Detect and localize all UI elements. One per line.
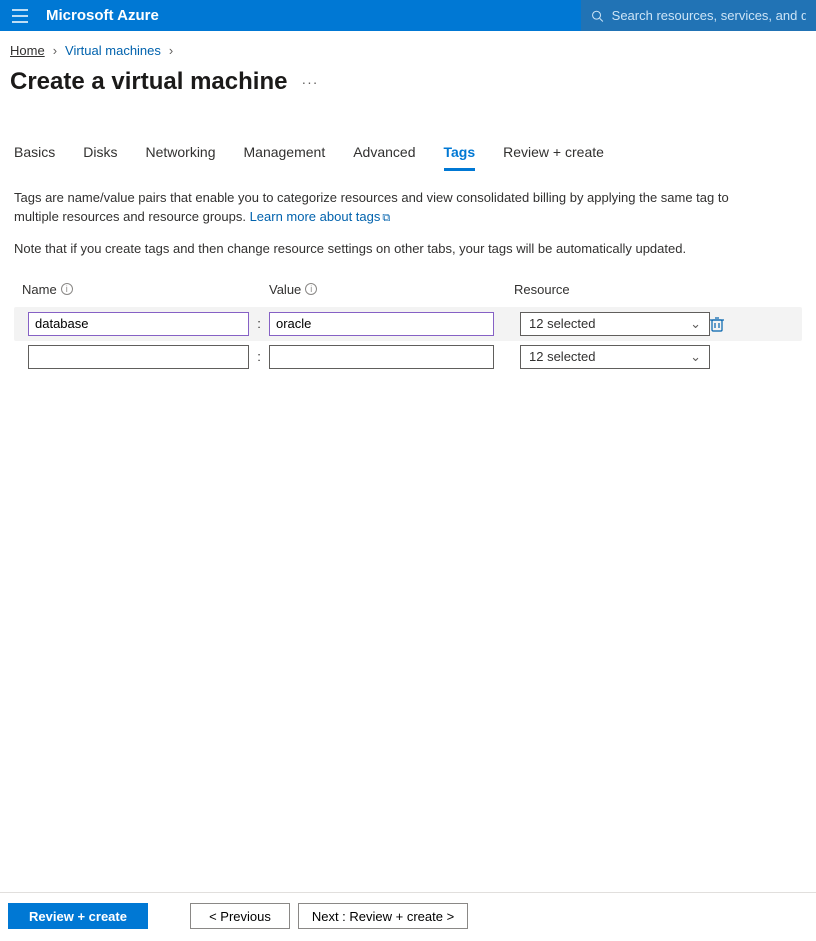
brand-label: Microsoft Azure [46, 7, 159, 24]
chevron-down-icon: ⌄ [690, 349, 701, 365]
tag-resource-select[interactable]: 12 selected ⌄ [520, 345, 710, 369]
tab-disks[interactable]: Disks [83, 144, 117, 171]
learn-more-tags-link[interactable]: Learn more about tags⧉ [250, 209, 391, 224]
info-icon[interactable]: i [305, 283, 317, 295]
tag-resource-selected: 12 selected [529, 349, 596, 364]
tab-management[interactable]: Management [244, 144, 326, 171]
chevron-down-icon: ⌄ [690, 316, 701, 332]
page-title: Create a virtual machine [10, 68, 287, 96]
trash-icon [710, 316, 724, 332]
tag-resource-select[interactable]: 12 selected ⌄ [520, 312, 710, 336]
breadcrumb-home[interactable]: Home [10, 43, 45, 58]
more-actions-button[interactable]: ··· [301, 74, 318, 90]
tab-advanced[interactable]: Advanced [353, 144, 415, 171]
tags-table-header: Name i Value i Resource [14, 282, 802, 297]
topbar: Microsoft Azure [0, 0, 816, 31]
tab-networking[interactable]: Networking [145, 144, 215, 171]
tab-tags[interactable]: Tags [444, 144, 476, 171]
colon-separator: : [249, 349, 269, 364]
previous-button[interactable]: < Previous [190, 903, 290, 929]
page-title-row: Create a virtual machine ··· [0, 64, 816, 96]
colon-separator: : [249, 316, 269, 331]
breadcrumb: Home › Virtual machines › [0, 31, 816, 64]
chevron-right-icon: › [169, 43, 173, 58]
tag-row: : 12 selected ⌄ [14, 307, 802, 341]
tabs: Basics Disks Networking Management Advan… [0, 144, 816, 171]
tags-table: Name i Value i Resource : 12 selected ⌄ [14, 282, 802, 373]
tags-description: Tags are name/value pairs that enable yo… [0, 171, 780, 227]
header-resource: Resource [514, 282, 570, 297]
tag-row: : 12 selected ⌄ [14, 341, 802, 373]
review-create-button[interactable]: Review + create [8, 903, 148, 929]
info-icon[interactable]: i [61, 283, 73, 295]
tab-basics[interactable]: Basics [14, 144, 55, 171]
global-search[interactable] [581, 0, 816, 31]
tag-resource-selected: 12 selected [529, 316, 596, 331]
hamburger-icon [12, 9, 28, 23]
hamburger-menu-button[interactable] [0, 0, 40, 31]
header-name: Name [22, 282, 57, 297]
header-value: Value [269, 282, 301, 297]
global-search-input[interactable] [612, 8, 806, 23]
tags-note: Note that if you create tags and then ch… [0, 227, 780, 256]
tag-value-input[interactable] [269, 312, 494, 336]
tab-review-create[interactable]: Review + create [503, 144, 604, 171]
next-button[interactable]: Next : Review + create > [298, 903, 468, 929]
tag-name-input[interactable] [28, 312, 249, 336]
wizard-footer: Review + create < Previous Next : Review… [0, 892, 816, 941]
tag-value-input[interactable] [269, 345, 494, 369]
external-link-icon: ⧉ [382, 212, 390, 224]
search-icon [591, 9, 604, 23]
tag-name-input[interactable] [28, 345, 249, 369]
breadcrumb-virtual-machines[interactable]: Virtual machines [65, 43, 161, 58]
chevron-right-icon: › [53, 43, 57, 58]
delete-tag-button[interactable] [704, 311, 730, 337]
